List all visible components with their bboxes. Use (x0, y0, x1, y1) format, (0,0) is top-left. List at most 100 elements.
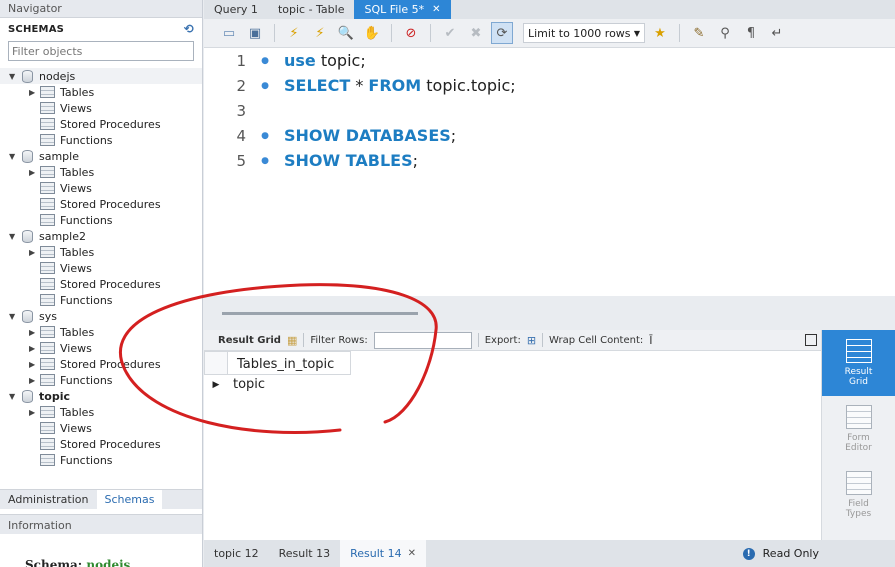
tree-item-tables[interactable]: ▶ Tables (0, 404, 202, 420)
result-grid-button[interactable]: Result Grid (822, 330, 895, 396)
collapse-triangle-icon[interactable]: ▼ (9, 72, 19, 81)
expand-triangle-icon[interactable]: ▶ (29, 344, 40, 353)
collapse-triangle-icon[interactable]: ▼ (9, 312, 19, 321)
schema-sys[interactable]: ▼ sys (0, 308, 202, 324)
expand-triangle-icon[interactable]: ▶ (29, 408, 40, 417)
tree-item-tables[interactable]: ▶ Tables (0, 324, 202, 340)
folder-functions-icon (40, 374, 55, 386)
tab-result-14[interactable]: Result 14 ✕ (340, 540, 426, 567)
keyword: SHOW TABLES (284, 151, 413, 170)
tab-label: Result 14 (350, 547, 402, 560)
wrap-lines-icon[interactable]: ↵ (766, 22, 788, 44)
refresh-icon[interactable]: ⟲ (184, 22, 194, 36)
column-header[interactable]: Tables_in_topic (228, 351, 351, 375)
stop-icon[interactable]: ✋ (361, 22, 383, 44)
folder-functions-icon (40, 214, 55, 226)
tree-item-label: Functions (60, 293, 113, 307)
collapse-triangle-icon[interactable]: ▼ (9, 232, 19, 241)
tree-item-tables[interactable]: ▶ Tables (0, 84, 202, 100)
find-icon[interactable]: ⚲ (714, 22, 736, 44)
line-number: 2 (236, 76, 246, 95)
tree-item-functions[interactable]: Functions (0, 452, 202, 468)
tree-item-views[interactable]: Views (0, 100, 202, 116)
tree-item-procedures[interactable]: ▶ Stored Procedures (0, 356, 202, 372)
filter-rows-input[interactable] (373, 331, 472, 349)
grid-icon[interactable]: ▦ (287, 334, 297, 347)
tree-item-views[interactable]: Views (0, 420, 202, 436)
invisible-chars-icon[interactable]: ¶ (740, 22, 762, 44)
expand-triangle-icon[interactable]: ▶ (29, 88, 40, 97)
schema-nodejs[interactable]: ▼ nodejs (0, 68, 202, 84)
tree-item-views[interactable]: Views (0, 180, 202, 196)
execute-icon[interactable]: ⚡ (283, 22, 305, 44)
tree-item-tables[interactable]: ▶ Tables (0, 164, 202, 180)
sql-editor[interactable]: 1 ● use topic; 2 ● SELECT * FROM topic.t… (204, 48, 895, 296)
grid-cell[interactable]: topic (228, 375, 270, 394)
status-text: Read Only (762, 547, 819, 560)
save-icon[interactable]: ▣ (244, 22, 266, 44)
autocommit-icon[interactable]: ⟳ (491, 22, 513, 44)
execute-statement-icon[interactable]: ⚡ (309, 22, 331, 44)
tab-topic-table[interactable]: topic - Table (268, 0, 355, 19)
schema-tree: ▼ nodejs ▶ Tables Views Stored Procedures… (0, 68, 202, 468)
folder-views-icon (40, 102, 55, 114)
expand-triangle-icon[interactable]: ▶ (29, 248, 40, 257)
expand-triangle-icon[interactable]: ▶ (29, 360, 40, 369)
tree-item-functions[interactable]: Functions (0, 132, 202, 148)
result-grid-label[interactable]: Result Grid (218, 335, 281, 346)
collapse-triangle-icon[interactable]: ▼ (9, 392, 19, 401)
tree-item-functions[interactable]: ▶ Functions (0, 372, 202, 388)
read-only-status: ! Read Only (742, 540, 819, 567)
tree-item-views[interactable]: ▶ Views (0, 340, 202, 356)
filter-objects-input[interactable] (12, 44, 182, 58)
tree-item-procedures[interactable]: Stored Procedures (0, 116, 202, 132)
tab-query-1[interactable]: Query 1 (204, 0, 268, 19)
tree-item-views[interactable]: Views (0, 260, 202, 276)
tree-item-functions[interactable]: Functions (0, 212, 202, 228)
schema-sample2[interactable]: ▼ sample2 (0, 228, 202, 244)
toolbar-divider (391, 24, 392, 42)
tab-sql-file-5[interactable]: SQL File 5* ✕ (354, 0, 451, 19)
commit-icon[interactable]: ✔ (439, 22, 461, 44)
keyword: SELECT (284, 76, 351, 95)
stop-on-error-icon[interactable]: ⊘ (400, 22, 422, 44)
toggle-panel-icon[interactable] (805, 334, 817, 346)
wrap-cell-icon[interactable]: Ī (649, 334, 652, 347)
field-types-button[interactable]: Field Types (822, 462, 895, 528)
expand-triangle-icon[interactable]: ▶ (29, 168, 40, 177)
tree-item-label: Functions (60, 453, 113, 467)
tree-item-procedures[interactable]: Stored Procedures (0, 196, 202, 212)
schema-topic[interactable]: ▼ topic (0, 388, 202, 404)
result-toolbar: Result Grid ▦ Filter Rows: Export: ⊞ Wra… (204, 330, 821, 351)
tab-topic-12[interactable]: topic 12 (204, 540, 269, 567)
add-snippet-icon[interactable]: ★ (649, 22, 671, 44)
horizontal-scrollbar[interactable] (222, 312, 418, 315)
form-editor-button[interactable]: Form Editor (822, 396, 895, 462)
schema-sample[interactable]: ▼ sample (0, 148, 202, 164)
expand-triangle-icon[interactable]: ▶ (29, 328, 40, 337)
open-folder-icon[interactable]: ▭ (218, 22, 240, 44)
statement-dot-icon: ● (261, 80, 269, 91)
folder-procedures-icon (40, 198, 55, 210)
export-icon[interactable]: ⊞ (527, 334, 536, 347)
rollback-icon[interactable]: ✖ (465, 22, 487, 44)
tree-item-procedures[interactable]: Stored Procedures (0, 436, 202, 452)
tree-item-procedures[interactable]: Stored Procedures (0, 276, 202, 292)
tree-item-label: Stored Procedures (60, 277, 161, 291)
close-icon[interactable]: ✕ (408, 548, 416, 559)
tab-administration[interactable]: Administration (0, 490, 97, 509)
close-icon[interactable]: ✕ (432, 4, 440, 15)
explain-icon[interactable]: 🔍 (335, 22, 357, 44)
filter-objects-box[interactable] (8, 41, 194, 61)
table-row[interactable]: ▶ topic (204, 375, 821, 394)
beautify-icon[interactable]: ✎ (688, 22, 710, 44)
tab-schemas[interactable]: Schemas (96, 490, 163, 509)
tree-item-tables[interactable]: ▶ Tables (0, 244, 202, 260)
tree-item-functions[interactable]: Functions (0, 292, 202, 308)
expand-triangle-icon[interactable]: ▶ (29, 376, 40, 385)
folder-views-icon (40, 182, 55, 194)
limit-rows-select[interactable]: Limit to 1000 rows ▼ (523, 23, 645, 43)
result-side-panel: Result Grid Form Editor Field Types (821, 330, 895, 540)
collapse-triangle-icon[interactable]: ▼ (9, 152, 19, 161)
tab-result-13[interactable]: Result 13 (269, 540, 340, 567)
